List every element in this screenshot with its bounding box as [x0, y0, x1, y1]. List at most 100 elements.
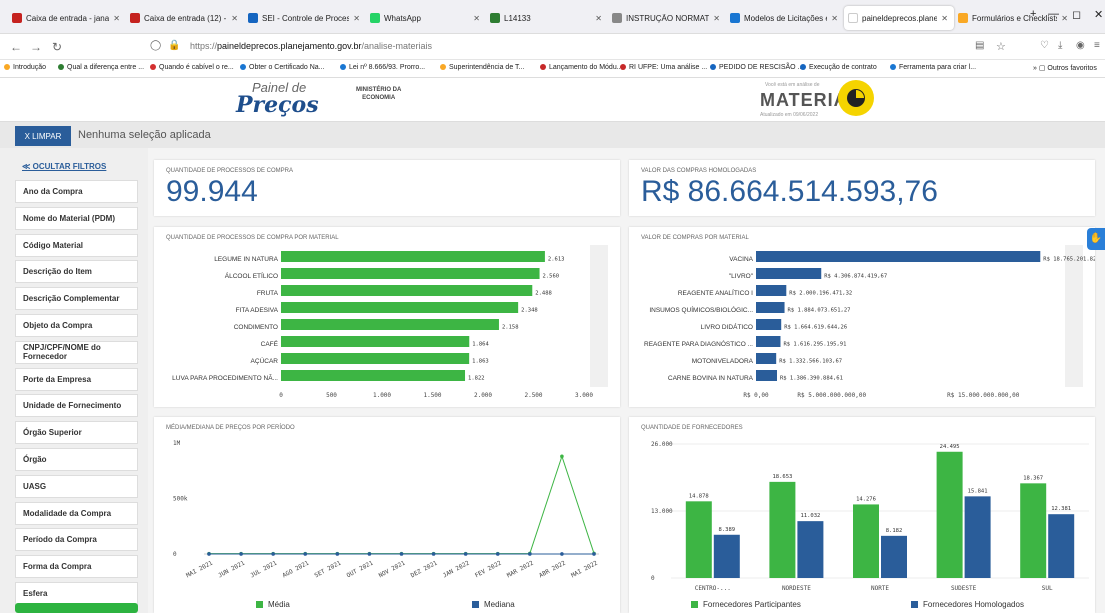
bar[interactable]: [756, 268, 822, 279]
browser-tab[interactable]: SEI - Controle de Process ✕: [244, 6, 366, 30]
url-field[interactable]: https://paineldeprecos.planejamento.gov.…: [190, 41, 432, 51]
bar[interactable]: [756, 302, 785, 313]
pocket-icon[interactable]: ♡: [1040, 40, 1049, 51]
filter-button[interactable]: Descrição Complementar: [15, 287, 138, 311]
filter-button[interactable]: Objeto da Compra: [15, 314, 138, 337]
new-tab-icon[interactable]: +: [1030, 8, 1036, 20]
data-point[interactable]: [560, 552, 564, 556]
filter-button[interactable]: Período da Compra: [15, 528, 138, 552]
bar[interactable]: [756, 251, 1041, 262]
browser-tab[interactable]: Caixa de entrada - jana.l ✕: [8, 6, 126, 30]
data-point[interactable]: [303, 552, 308, 556]
bar[interactable]: [756, 319, 782, 330]
back-icon[interactable]: ←: [10, 40, 22, 54]
bookmark-item[interactable]: Obter o Certificado Na...: [240, 64, 324, 71]
bar[interactable]: [853, 504, 879, 578]
close-tab-icon[interactable]: ✕: [349, 14, 366, 23]
legend-homologated[interactable]: Fornecedores Homologados: [911, 600, 1024, 609]
data-point[interactable]: [431, 552, 436, 556]
bar[interactable]: [881, 535, 907, 578]
bookmark-item[interactable]: Quando é cabível o re...: [150, 64, 234, 71]
data-point[interactable]: [335, 552, 340, 556]
bar[interactable]: [281, 353, 470, 364]
bar[interactable]: [685, 501, 712, 578]
close-tab-icon[interactable]: ✕: [227, 14, 244, 23]
data-point[interactable]: [367, 552, 372, 556]
filter-button[interactable]: Órgão: [15, 448, 138, 471]
data-point[interactable]: [528, 552, 532, 556]
filter-button[interactable]: Forma da Compra: [15, 555, 138, 579]
bar[interactable]: [281, 251, 545, 262]
bar[interactable]: [281, 319, 499, 330]
bar[interactable]: [756, 353, 777, 364]
data-point[interactable]: [399, 552, 404, 556]
close-tab-icon[interactable]: ✕: [591, 14, 608, 23]
filter-button[interactable]: Código Material: [15, 233, 138, 257]
bar[interactable]: [964, 496, 991, 578]
filter-button[interactable]: Porte da Empresa: [15, 367, 138, 391]
scrollbar[interactable]: [590, 245, 608, 387]
shield-icon[interactable]: ◯: [150, 40, 161, 51]
lock-icon[interactable]: 🔒: [168, 40, 180, 51]
bookmark-item[interactable]: RI UFPE: Uma análise ...: [620, 64, 707, 71]
bar[interactable]: [756, 370, 778, 381]
bar[interactable]: [281, 370, 466, 381]
filter-button[interactable]: Nome do Material (PDM): [15, 206, 138, 230]
filter-button[interactable]: Modalidade da Compra: [15, 501, 138, 525]
filter-button[interactable]: Esfera: [15, 582, 138, 605]
bookmark-item[interactable]: Ferramenta para criar l...: [890, 64, 976, 71]
other-bookmarks[interactable]: » ▢ Outros favoritos: [1033, 64, 1097, 72]
bar[interactable]: [936, 451, 963, 578]
browser-tab[interactable]: INSTRUÇÃO NORMATIV ✕: [608, 6, 726, 30]
bar[interactable]: [797, 521, 824, 578]
data-point[interactable]: [495, 552, 500, 556]
filter-button[interactable]: CNPJ/CPF/NOME do Fornecedor: [15, 340, 138, 364]
bar[interactable]: [281, 336, 470, 347]
legend-mediana[interactable]: Mediana: [472, 600, 515, 609]
reload-icon[interactable]: ↻: [52, 40, 62, 54]
clear-filters-button[interactable]: X LIMPAR: [15, 126, 71, 146]
bar[interactable]: [1048, 514, 1075, 578]
browser-tab[interactable]: WhatsApp ✕: [366, 6, 486, 30]
minimize-icon[interactable]: —: [1048, 8, 1059, 20]
bar[interactable]: [281, 268, 540, 279]
bookmark-item[interactable]: Introdução: [4, 64, 46, 71]
data-point[interactable]: [239, 552, 243, 556]
browser-tab[interactable]: Modelos de Licitações e ✕: [726, 6, 844, 30]
browser-tab[interactable]: paineldeprecos.planejament✕: [844, 6, 954, 30]
bookmark-item[interactable]: Superintendência de T...: [440, 64, 524, 71]
close-tab-icon[interactable]: ✕: [109, 14, 126, 23]
filter-button[interactable]: Descrição do Item: [15, 260, 138, 284]
maximize-icon[interactable]: ◻: [1072, 8, 1081, 21]
filter-button[interactable]: Ano da Compra: [15, 180, 138, 203]
bar[interactable]: [756, 336, 781, 347]
bar[interactable]: [281, 285, 533, 296]
hide-filters-link[interactable]: ≪ OCULTAR FILTROS: [22, 162, 106, 171]
data-point[interactable]: [560, 454, 564, 459]
legend-media[interactable]: Média: [256, 600, 290, 609]
close-window-icon[interactable]: ✕: [1094, 8, 1103, 21]
bar[interactable]: [1020, 483, 1047, 578]
legend-participants[interactable]: Fornecedores Participantes: [691, 600, 801, 609]
bookmark-item[interactable]: Lei nº 8.666/93. Prorro...: [340, 64, 425, 71]
bookmark-item[interactable]: PEDIDO DE RESCISÃO ...: [710, 64, 803, 71]
close-tab-icon[interactable]: ✕: [469, 14, 486, 23]
bookmark-item[interactable]: Lançamento do Módu...: [540, 64, 623, 71]
data-point[interactable]: [592, 552, 596, 556]
download-icon[interactable]: ⤓: [1058, 40, 1062, 51]
bar[interactable]: [769, 481, 796, 578]
menu-icon[interactable]: ≡: [1094, 40, 1100, 51]
data-point[interactable]: [463, 552, 468, 556]
data-point[interactable]: [207, 552, 211, 556]
reader-icon[interactable]: ▤: [975, 40, 984, 51]
bookmark-item[interactable]: Qual a diferença entre ...: [58, 64, 144, 71]
browser-tab[interactable]: L14133 ✕: [486, 6, 608, 30]
logo-main-text[interactable]: Preços: [236, 92, 319, 118]
forward-icon[interactable]: →: [30, 40, 42, 54]
close-tab-icon[interactable]: ✕: [827, 14, 844, 23]
apply-button[interactable]: [15, 603, 138, 613]
filter-button[interactable]: UASG: [15, 474, 138, 498]
scrollbar[interactable]: [1065, 245, 1083, 387]
close-tab-icon[interactable]: ✕: [937, 14, 954, 23]
data-point[interactable]: [271, 552, 275, 556]
